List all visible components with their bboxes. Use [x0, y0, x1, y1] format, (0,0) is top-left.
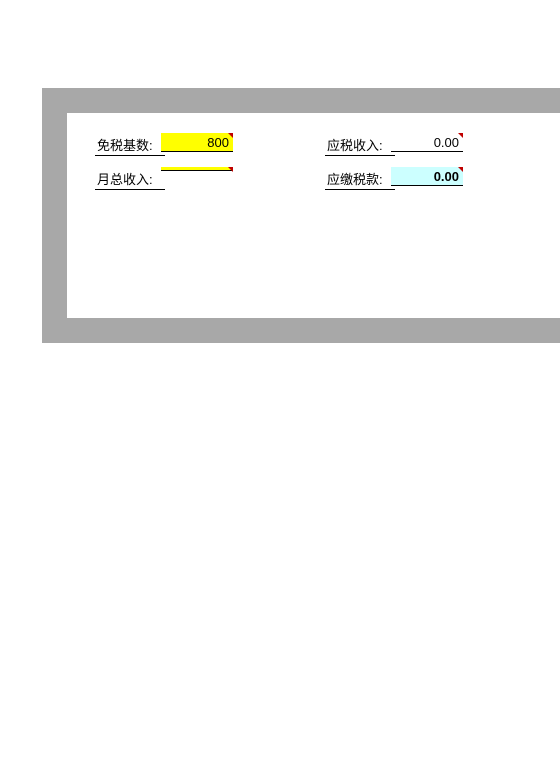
form-panel: 免税基数: 800 应税收入: 0.00 月总收入: 应缴税款: 0.00 [67, 113, 560, 318]
label-tax-exempt-base: 免税基数: [95, 133, 165, 156]
label-tax-due: 应缴税款: [325, 167, 395, 190]
value-taxable-income: 0.00 [391, 133, 463, 152]
value-tax-due: 0.00 [391, 167, 463, 186]
form-frame: 免税基数: 800 应税收入: 0.00 月总收入: 应缴税款: 0.00 [42, 88, 560, 343]
label-monthly-income: 月总收入: [95, 167, 165, 190]
input-monthly-income[interactable] [161, 167, 233, 171]
label-taxable-income: 应税收入: [325, 133, 395, 156]
input-tax-exempt-base[interactable]: 800 [161, 133, 233, 152]
